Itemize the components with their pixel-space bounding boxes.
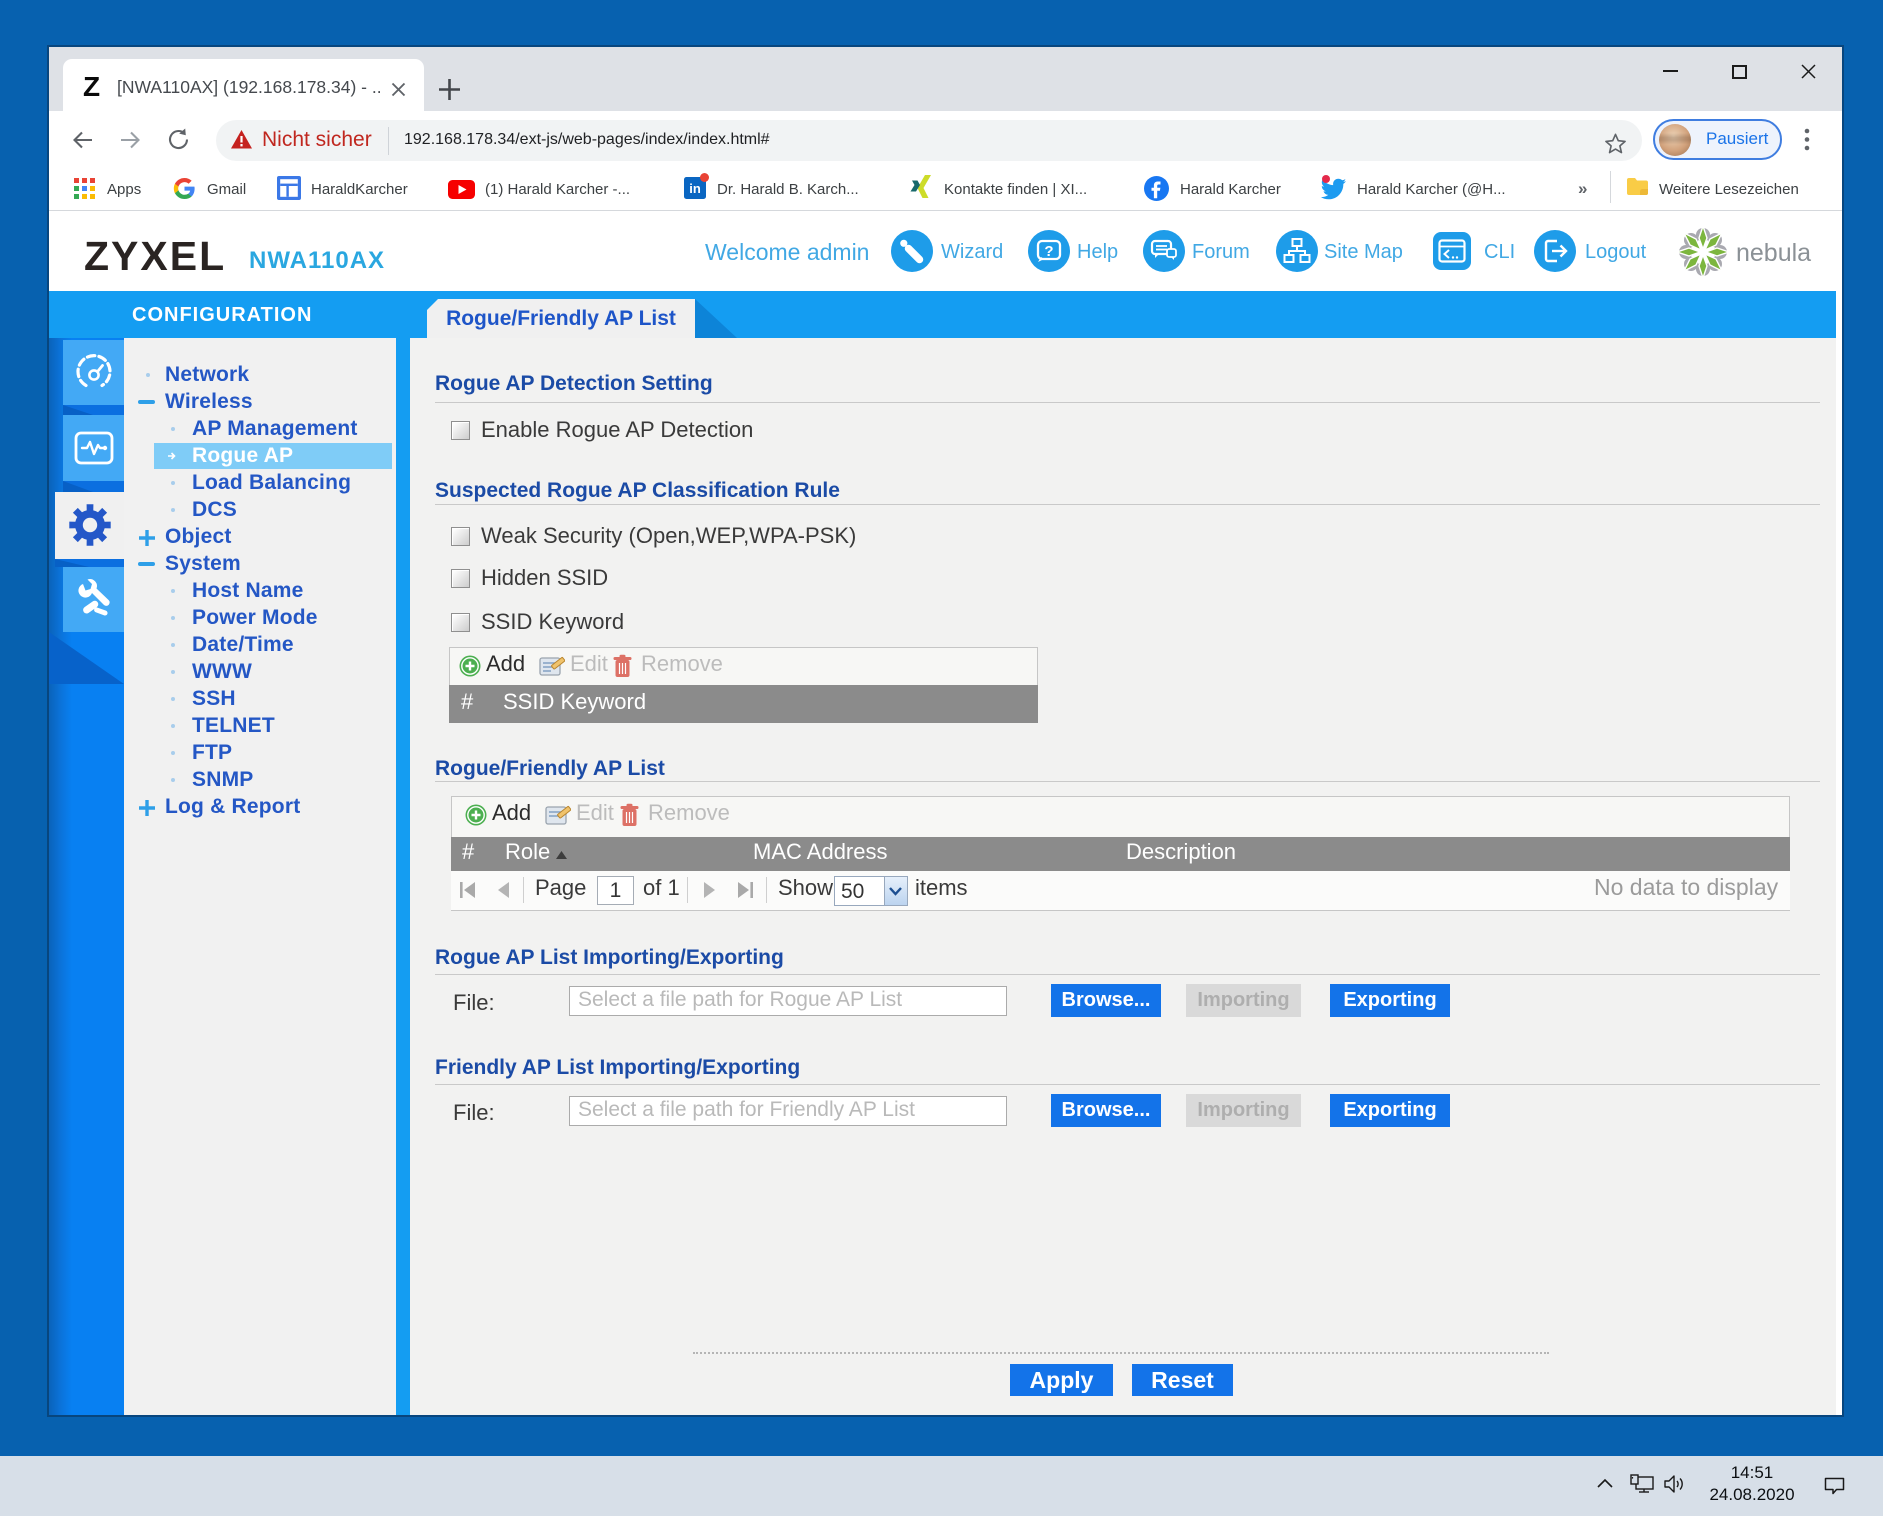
- svg-text:?: ?: [1044, 243, 1053, 260]
- svg-text:in: in: [689, 181, 701, 196]
